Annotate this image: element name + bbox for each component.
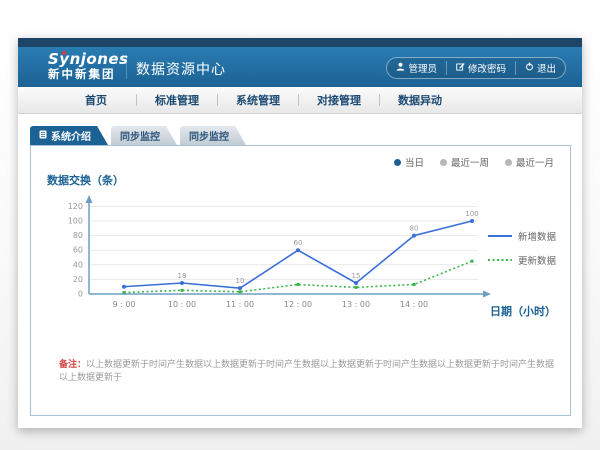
user-action-2[interactable]: 退出: [515, 61, 565, 75]
company-name: 新中新集团: [48, 68, 129, 81]
user-action-1[interactable]: 修改密码: [446, 61, 515, 75]
nav-item-0[interactable]: 首页: [56, 92, 136, 108]
screenshot-stage: Synjones 新中新集团 数据资源中心 管理员修改密码退出 首页标准管理系统…: [0, 0, 600, 450]
svg-text:80: 80: [410, 225, 419, 233]
app-window: Synjones 新中新集团 数据资源中心 管理员修改密码退出 首页标准管理系统…: [18, 38, 582, 428]
edit-icon: [456, 62, 465, 74]
svg-text:100: 100: [465, 210, 478, 218]
svg-text:20: 20: [73, 275, 83, 284]
company-logo: Synjones 新中新集团: [48, 50, 129, 82]
svg-text:120: 120: [68, 202, 83, 211]
legend-swatch-icon: [488, 233, 512, 239]
svg-text:9 : 00: 9 : 00: [112, 300, 135, 309]
svg-text:14 : 00: 14 : 00: [400, 300, 428, 309]
app-header: Synjones 新中新集团 数据资源中心 管理员修改密码退出: [18, 47, 582, 87]
top-accent-strip: [18, 38, 582, 47]
nav-item-1[interactable]: 标准管理: [137, 92, 217, 108]
svg-text:0: 0: [78, 290, 83, 299]
header-divider: [126, 55, 127, 79]
content-panel: 当日 最近一周 最近一月 数据交换（条） 0 20 40 60 80 100 120 9 : 00…: [30, 145, 571, 416]
legend-swatch-icon: [488, 257, 512, 263]
filter-2[interactable]: 最近一月: [505, 155, 554, 169]
line-chart: 0 20 40 60 80 100 120 9 : 00 10 : 00 11 : 00 12 : …: [47, 189, 499, 317]
svg-text:80: 80: [73, 231, 83, 240]
footer-note-text: 以上数据更新于时间产生数据以上数据更新于时间产生数据以上数据更新于时间产生数据以…: [59, 360, 554, 383]
svg-text:10 : 00: 10 : 00: [168, 300, 196, 309]
legend-item-1: 更新数据: [488, 253, 556, 267]
power-icon: [525, 62, 534, 74]
svg-text:60: 60: [294, 239, 303, 247]
radio-dot-icon: [505, 159, 512, 166]
footer-note: 备注：以上数据更新于时间产生数据以上数据更新于时间产生数据以上数据更新于时间产生…: [59, 359, 562, 384]
range-filter-group: 当日 最近一周 最近一月: [394, 155, 554, 169]
svg-text:15: 15: [352, 272, 361, 280]
user-actions-group: 管理员修改密码退出: [386, 57, 566, 79]
svg-text:18: 18: [178, 272, 187, 280]
svg-text:12 : 00: 12 : 00: [284, 300, 312, 309]
nav-item-4[interactable]: 数据异动: [380, 92, 460, 108]
brand-name: Synjones: [48, 51, 129, 68]
user-action-0[interactable]: 管理员: [387, 61, 446, 75]
document-icon: [39, 130, 47, 142]
app-title: 数据资源中心: [136, 59, 226, 79]
chart-legend: 新增数据更新数据: [488, 229, 556, 277]
nav-item-3[interactable]: 对接管理: [299, 92, 379, 108]
svg-text:11 : 00: 11 : 00: [226, 300, 254, 309]
radio-dot-icon: [440, 159, 447, 166]
chart-x-axis-title: 日期（小时）: [490, 303, 556, 319]
chart-y-axis-title: 数据交换（条）: [47, 172, 124, 188]
filter-1[interactable]: 最近一周: [440, 155, 489, 169]
radio-dot-icon: [394, 159, 401, 166]
svg-text:13 : 00: 13 : 00: [342, 300, 370, 309]
tab-bar: 系统介绍同步监控同步监控: [30, 126, 246, 145]
legend-item-0: 新增数据: [488, 229, 556, 243]
svg-text:100: 100: [68, 217, 83, 226]
user-icon: [396, 62, 405, 74]
svg-text:60: 60: [73, 246, 83, 255]
svg-text:40: 40: [73, 260, 83, 269]
filter-0[interactable]: 当日: [394, 155, 424, 169]
nav-item-2[interactable]: 系统管理: [218, 92, 298, 108]
tab-2[interactable]: 同步监控: [180, 126, 246, 145]
svg-text:10: 10: [236, 277, 245, 285]
tab-1[interactable]: 同步监控: [111, 126, 177, 145]
tab-0[interactable]: 系统介绍: [30, 126, 108, 145]
footer-note-prefix: 备注：: [59, 360, 86, 370]
main-nav: 首页标准管理系统管理对接管理数据异动: [18, 87, 582, 114]
